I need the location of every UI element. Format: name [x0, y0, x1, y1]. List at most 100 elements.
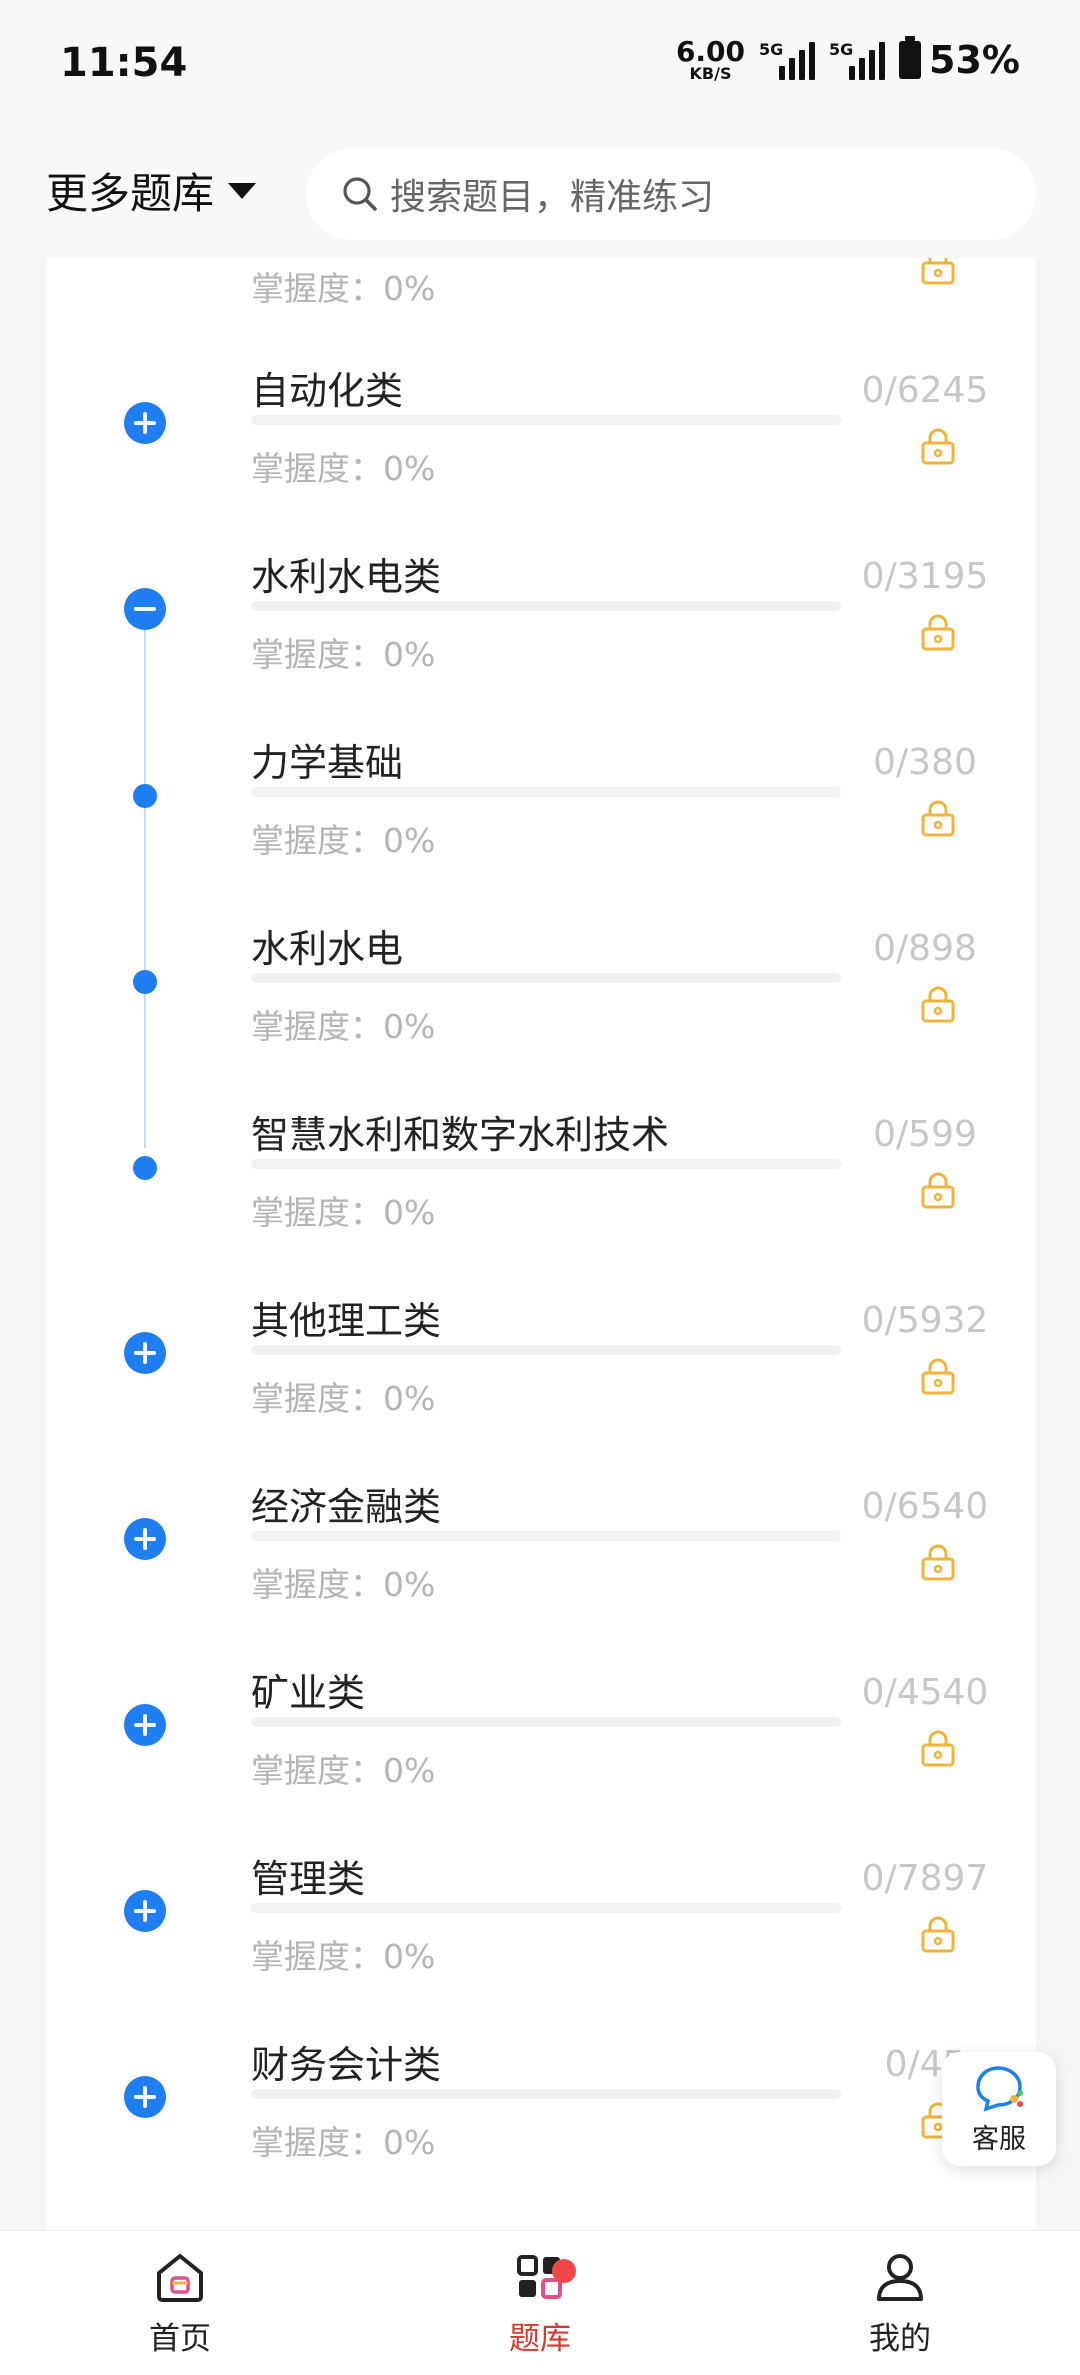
mastery-text: 掌握度：0% [251, 1379, 436, 1418]
question-count: 0/599 [873, 1114, 977, 1155]
tab-mine-label: 我的 [869, 2321, 931, 2357]
list-item-partial[interactable]: 掌握度：0% [46, 258, 1036, 366]
search-input[interactable]: 搜索题目，精准练习 [306, 148, 1036, 240]
progress-track [251, 415, 841, 425]
lock-icon [921, 800, 955, 837]
list-item[interactable]: 力学基础掌握度：0% 0/380 [46, 732, 1036, 918]
search-icon [343, 177, 377, 211]
item-title: 其他理工类 [251, 1299, 442, 1343]
question-count: 0/380 [873, 742, 977, 783]
progress-track [251, 601, 841, 611]
item-title: 财务会计类 [251, 2043, 442, 2087]
question-count: 0/6540 [861, 1486, 989, 1527]
status-bar: 11:54 6.00 KB/S 5G 5G 53% [0, 0, 1080, 130]
sim1-label: 5G [759, 40, 784, 59]
more-library-dropdown[interactable]: 更多题库 [46, 160, 257, 221]
tab-mine[interactable]: 我的 [820, 2251, 980, 2358]
signal-icon-sim2: 5G [829, 40, 886, 80]
network-speed: 6.00 KB/S [676, 38, 745, 82]
service-label: 客服 [972, 2123, 1026, 2155]
lock-icon [921, 1544, 955, 1581]
header: 更多题库 搜索题目，精准练习 [0, 130, 1080, 258]
question-count: 0/7897 [861, 1858, 989, 1899]
status-icons: 6.00 KB/S 5G 5G 53% [676, 36, 1020, 82]
list-item[interactable]: 管理类掌握度：0% 0/7897 [46, 1848, 1036, 2034]
progress-track [251, 973, 841, 983]
lock-icon [921, 1172, 955, 1209]
list-item[interactable]: 经济金融类掌握度：0% 0/6540 [46, 1476, 1036, 1662]
mastery-text: 掌握度：0% [251, 821, 436, 860]
mastery-text: 掌握度：0% [251, 1565, 436, 1604]
mastery-text: 掌握度：0% [251, 1937, 436, 1976]
tab-library[interactable]: 题库 [460, 2251, 620, 2358]
progress-track [251, 1345, 841, 1355]
lock-icon [921, 614, 955, 651]
mastery-text: 掌握度：0% [251, 269, 436, 308]
lock-icon [921, 1730, 955, 1767]
battery-indicator: 53% [899, 36, 1020, 82]
item-title: 管理类 [251, 1857, 366, 1901]
bottom-tab-bar: 首页 题库 我的 [0, 2230, 1080, 2375]
lock-icon [921, 986, 955, 1023]
question-count: 0/898 [873, 928, 977, 969]
mastery-text: 掌握度：0% [251, 1193, 436, 1232]
list-item[interactable]: 其他理工类掌握度：0% 0/5932 [46, 1290, 1036, 1476]
home-icon [157, 2254, 203, 2302]
question-count: 0/3195 [861, 556, 989, 597]
list-item[interactable]: 水利水电掌握度：0% 0/898 [46, 918, 1036, 1104]
question-count: 0/6245 [861, 370, 989, 411]
tab-library-label: 题库 [509, 2321, 571, 2357]
expand-plus-icon[interactable] [124, 1332, 166, 1374]
network-speed-unit: KB/S [689, 64, 732, 83]
sim2-label: 5G [829, 40, 854, 59]
progress-track [251, 1903, 841, 1913]
signal-icon-sim1: 5G [759, 40, 816, 80]
list-item[interactable]: 水利水电类掌握度：0% 0/3195 [46, 546, 1036, 732]
list-item[interactable]: 自动化类掌握度：0% 0/6245 [46, 360, 1036, 546]
expand-plus-icon[interactable] [124, 1704, 166, 1746]
customer-service-button[interactable]: 客服 [942, 2052, 1056, 2166]
item-title: 矿业类 [251, 1671, 366, 1715]
chat-bubble-icon [976, 2065, 1023, 2112]
question-count: 0/5932 [861, 1300, 989, 1341]
battery-icon [899, 36, 922, 79]
mastery-text: 掌握度：0% [251, 2123, 436, 2162]
tab-home-label: 首页 [149, 2321, 211, 2357]
lock-icon [921, 258, 955, 285]
user-icon [877, 2254, 923, 2301]
mastery-text: 掌握度：0% [251, 449, 436, 488]
item-title: 水利水电类 [251, 555, 442, 599]
item-title: 自动化类 [251, 369, 404, 413]
progress-track [251, 1531, 841, 1541]
collapse-minus-icon[interactable] [124, 588, 166, 630]
item-title: 力学基础 [251, 741, 404, 785]
network-speed-value: 6.00 [675, 35, 746, 68]
lock-icon [921, 1358, 955, 1395]
expand-plus-icon[interactable] [124, 1518, 166, 1560]
question-bank-list: 掌握度：0% 自动化类 掌握度：0% 0/6245 水利水电类 掌握度：0% 0/3195… [46, 258, 1036, 2230]
battery-percent: 53% [929, 38, 1020, 82]
status-time: 11:54 [60, 40, 188, 86]
expand-plus-icon[interactable] [124, 402, 166, 444]
caret-down-icon [228, 182, 257, 199]
mastery-text: 掌握度：0% [251, 1007, 436, 1046]
item-title: 水利水电 [251, 927, 404, 971]
more-library-label: 更多题库 [46, 169, 215, 218]
progress-track [251, 1159, 841, 1169]
mastery-text: 掌握度：0% [251, 635, 436, 674]
item-title: 经济金融类 [251, 1485, 442, 1529]
expand-plus-icon[interactable] [124, 1890, 166, 1932]
notification-badge [552, 2259, 576, 2283]
list-item[interactable]: 矿业类掌握度：0% 0/4540 [46, 1662, 1036, 1848]
mastery-text: 掌握度：0% [251, 1751, 436, 1790]
tree-dot-icon [133, 1156, 157, 1180]
list-item[interactable]: 财务会计类 掌握度：0% 0/45 [46, 2034, 1036, 2220]
tab-home[interactable]: 首页 [100, 2251, 260, 2358]
question-count: 0/4540 [861, 1672, 989, 1713]
progress-track [251, 1717, 841, 1727]
expand-plus-icon[interactable] [124, 2076, 166, 2118]
tree-dot-icon [133, 784, 157, 808]
list-item[interactable]: 智慧水利和数字水利技术 掌握度：0% 0/599 [46, 1104, 1036, 1290]
search-placeholder: 搜索题目，精准练习 [390, 177, 715, 218]
lock-icon [921, 428, 955, 465]
